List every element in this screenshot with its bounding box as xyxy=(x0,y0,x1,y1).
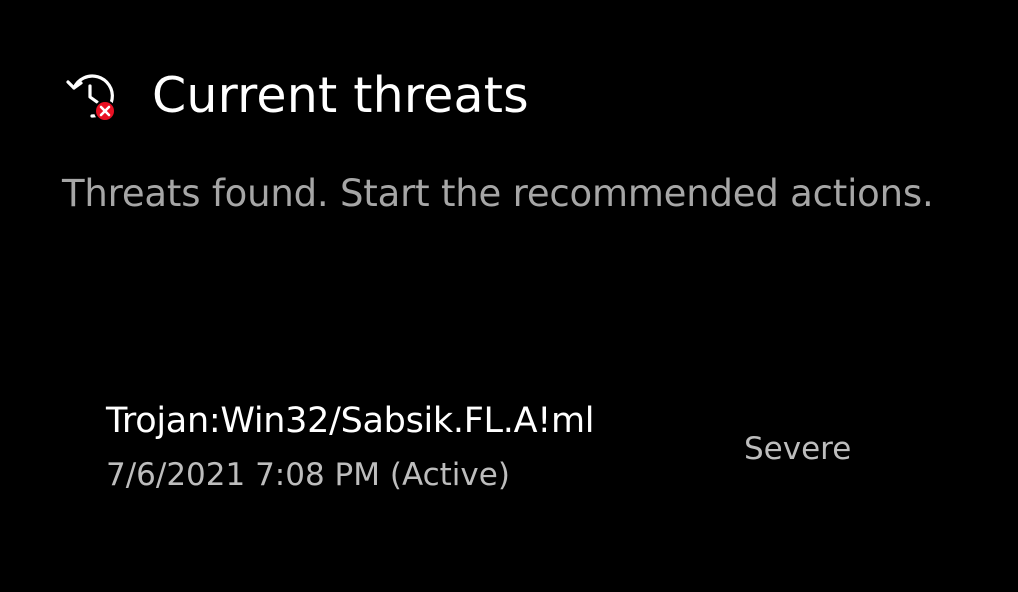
threat-severity: Severe xyxy=(744,431,852,467)
page-header: Current threats xyxy=(62,64,529,128)
threat-status-description: Threats found. Start the recommended act… xyxy=(62,172,934,215)
page-title: Current threats xyxy=(152,67,529,124)
threat-list-item[interactable]: Trojan:Win32/Sabsik.FL.A!ml 7/6/2021 7:0… xyxy=(90,388,950,508)
threat-name: Trojan:Win32/Sabsik.FL.A!ml xyxy=(106,401,595,441)
threat-date: 7/6/2021 7:08 PM (Active) xyxy=(106,457,510,493)
history-threat-icon xyxy=(66,74,116,122)
